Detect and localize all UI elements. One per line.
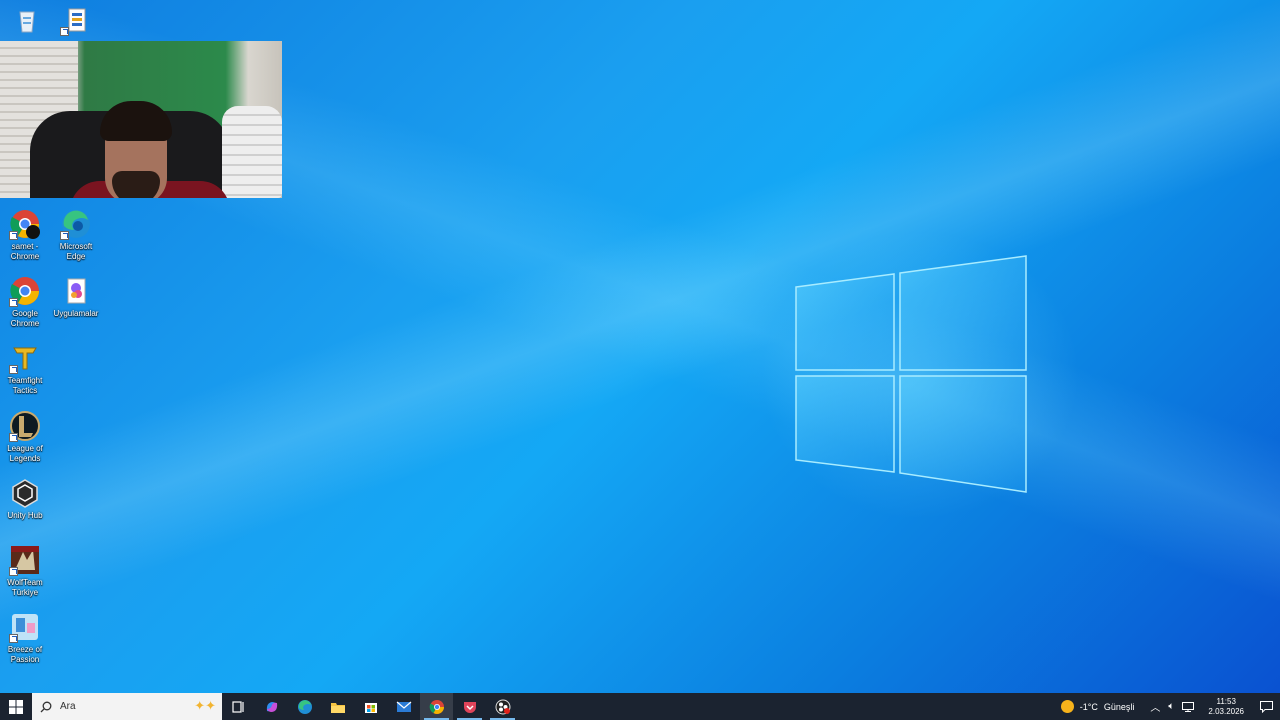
taskbar-copilot[interactable] [255,693,288,720]
shortcut-arrow-icon [9,298,18,307]
taskbar-chrome[interactable] [420,693,453,720]
desktop-background: samet - Chrome Microsoft Edge Google Chr… [0,0,1280,693]
search-placeholder: Ara [60,701,76,712]
clock-date: 2.03.2026 [1208,706,1244,716]
start-button[interactable] [0,693,32,720]
desktop-icon-label: Breeze of Passion [7,645,43,664]
recycle-bin-shortcut[interactable] [2,4,52,38]
sun-icon [1060,700,1074,713]
windows-start-icon [9,699,23,714]
chrome-profile-icon [9,208,41,240]
obs-icon [495,699,510,714]
breeze-of-passion-icon [9,611,41,643]
desktop-icon-label: Google Chrome [10,309,40,328]
taskbar-pocket[interactable] [453,693,486,720]
desktop-icon-label: Teamfight Tactics [7,376,43,395]
mail-icon [396,701,411,712]
desktop-icon-unity-hub[interactable]: Unity Hub [0,477,50,521]
desktop-icon-league-of-legends[interactable]: League of Legends [0,410,50,464]
desktop-icon-breeze-of-passion[interactable]: Breeze of Passion [0,611,50,665]
taskbar: Ara ✦✦ -1°C Güneşli ︿ 🔈︎ 11:53 2.03.2026 [0,693,1280,720]
volume-icon[interactable]: 🔈︎ [1168,701,1174,712]
edge-icon [297,699,312,714]
clock-time: 11:53 [1216,696,1236,706]
wolfteam-icon [9,544,41,576]
shortcut-arrow-icon [9,567,18,576]
desktop-icon-label: Unity Hub [7,511,43,520]
chevron-up-icon[interactable]: ︿ [1150,699,1160,714]
weather-condition: Güneşli [1103,701,1135,712]
file-explorer-icon [330,702,345,713]
desktop-icon-samet-chrome[interactable]: samet - Chrome [0,208,50,262]
edge-icon [60,208,92,240]
desktop-icon-label: WolfTeam Türkiye [7,578,43,597]
task-view-icon [231,700,244,713]
notification-icon [1259,700,1273,713]
league-of-legends-icon [9,410,41,442]
windows-logo [795,255,1027,493]
desktop-icon-label: samet - Chrome [10,242,40,261]
search-highlight-icon: ✦✦ [194,698,216,713]
notification-center-button[interactable] [1252,693,1280,720]
shortcut-arrow-icon [9,634,18,643]
white-chair [222,106,282,198]
task-view-button[interactable] [222,693,255,720]
desktop-icon-microsoft-edge[interactable]: Microsoft Edge [51,208,101,262]
chrome-icon [429,699,444,714]
network-icon[interactable] [1182,701,1195,712]
desktop-icon-wolfteam-turkiye[interactable]: WolfTeam Türkiye [0,544,50,598]
taskbar-edge[interactable] [288,693,321,720]
search-icon [40,701,52,712]
desktop-icon-google-chrome[interactable]: Google Chrome [0,275,50,329]
weather-widget[interactable]: -1°C Güneşli [1051,700,1145,713]
tray-icons: ︿ 🔈︎ [1144,699,1200,714]
taskbar-obs[interactable] [486,693,519,720]
person-beard [112,171,160,198]
chrome-icon [9,275,41,307]
pocket-icon [463,701,476,713]
shortcut-arrow-icon [9,365,18,374]
taskbar-file-explorer[interactable] [321,693,354,720]
unity-hub-icon [9,477,41,509]
shortcut-arrow-icon [60,27,69,36]
desktop-icon-label: League of Legends [7,444,43,463]
desktop-icon-uygulamalar[interactable]: Uygulamalar [51,275,101,319]
webcam-overlay [0,41,282,198]
desktop-icon-label: Uygulamalar [53,309,99,318]
recycle-bin-icon [11,4,43,36]
taskbar-mail[interactable] [387,693,420,720]
weather-temperature: -1°C [1079,701,1098,712]
file-shortcut[interactable] [51,4,101,38]
system-tray: -1°C Güneşli ︿ 🔈︎ 11:53 2.03.2026 [1051,693,1280,720]
taskbar-store[interactable] [354,693,387,720]
desktop-icon-label: Microsoft Edge [59,242,93,261]
file-icon [60,4,92,36]
shortcut-arrow-icon [60,231,69,240]
teamfight-tactics-icon [9,342,41,374]
shortcut-arrow-icon [9,433,18,442]
copilot-icon [266,701,277,712]
apps-folder-icon [60,275,92,307]
shortcut-arrow-icon [9,231,18,240]
taskbar-search-box[interactable]: Ara ✦✦ [32,693,222,720]
desktop-icon-teamfight-tactics[interactable]: Teamfight Tactics [0,342,50,396]
person-hair [100,101,172,141]
store-icon [364,702,377,713]
taskbar-clock[interactable]: 11:53 2.03.2026 [1200,697,1252,717]
